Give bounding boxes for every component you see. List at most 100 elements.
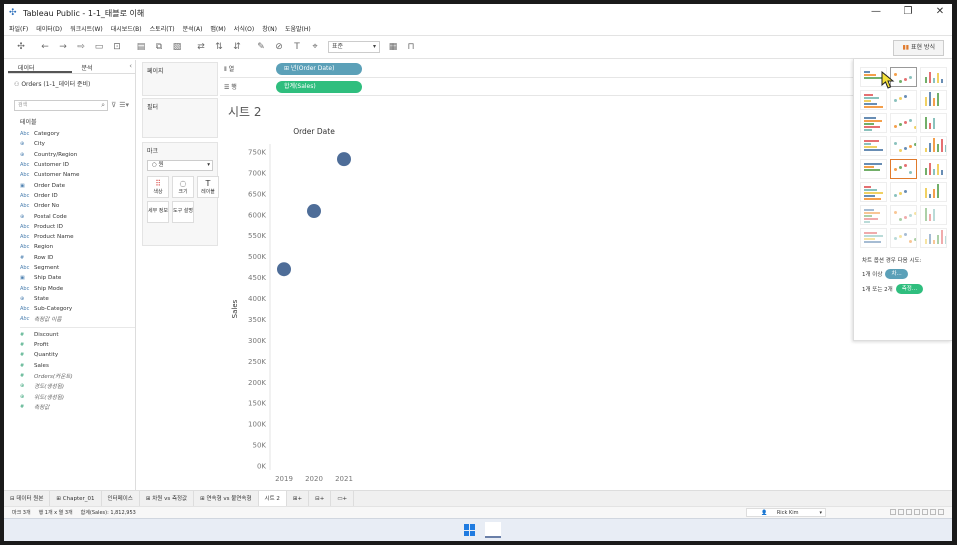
filters-card[interactable]: 필터: [142, 98, 218, 138]
new-datasource-icon[interactable]: ⊡: [108, 39, 126, 55]
pin-icon[interactable]: ⌖: [306, 39, 324, 55]
chart-type-option[interactable]: [860, 205, 887, 225]
tab-continuous-vs-discrete[interactable]: ⊞ 연속형 vs 불연속형: [194, 490, 259, 507]
field-item[interactable]: ⊕ Country/Region: [8, 150, 135, 160]
group-icon[interactable]: ⊘: [270, 39, 288, 55]
chart-type-option[interactable]: [920, 113, 947, 133]
chart-type-option[interactable]: [890, 136, 917, 156]
field-item[interactable]: Abc Category: [8, 129, 135, 139]
field-item[interactable]: ⊕ 경도(생성됨): [8, 381, 135, 391]
close-button[interactable]: ✕: [934, 6, 946, 17]
swap-icon[interactable]: ⇄: [192, 39, 210, 55]
field-item[interactable]: ▣ Order Date: [8, 180, 135, 190]
field-item[interactable]: ⊕ State: [8, 294, 135, 304]
chart-type-option[interactable]: [890, 113, 917, 133]
clear-sheet-icon[interactable]: ▧: [168, 39, 186, 55]
field-item[interactable]: # Sales: [8, 361, 135, 371]
redo-icon[interactable]: →: [54, 39, 72, 55]
new-sheet-icon[interactable]: ▤: [132, 39, 150, 55]
tooltip-mark-button[interactable]: 도구 설명: [172, 201, 194, 223]
menu-format[interactable]: 서식(O): [234, 24, 254, 33]
size-mark-button[interactable]: ◌ 크기: [172, 176, 194, 198]
sheet-navigation[interactable]: [890, 509, 944, 515]
tab-interface[interactable]: 인터페이스: [102, 490, 140, 507]
tab-analysis[interactable]: 분석: [72, 60, 136, 73]
chart-type-option[interactable]: [890, 228, 917, 248]
menu-worksheet[interactable]: 워크시트(W): [70, 24, 103, 33]
field-item[interactable]: ⊕ City: [8, 139, 135, 149]
field-item[interactable]: Abc Sub-Category: [8, 304, 135, 314]
chart-type-option[interactable]: [920, 228, 947, 248]
field-item[interactable]: Abc 측정값 이름: [8, 314, 135, 324]
field-item[interactable]: Abc Segment: [8, 263, 135, 273]
datasource-item[interactable]: ⚇ Orders (1-1_데이터 준비): [8, 74, 135, 93]
field-item[interactable]: ⊕ Postal Code: [8, 211, 135, 221]
chart-type-option[interactable]: [860, 228, 887, 248]
tableau-taskbar-icon[interactable]: [485, 522, 501, 538]
view-options-icon[interactable]: ☰▾: [119, 101, 129, 109]
field-item[interactable]: # Profit: [8, 340, 135, 350]
columns-shelf[interactable]: ⦀ 열 ⊞ 년(Order Date): [220, 60, 854, 78]
field-item[interactable]: Abc Product Name: [8, 232, 135, 242]
chart-type-option[interactable]: [920, 67, 947, 87]
undo-icon[interactable]: ←: [36, 39, 54, 55]
chart-type-option[interactable]: [860, 136, 887, 156]
search-input[interactable]: 검색: [14, 99, 109, 111]
menu-analysis[interactable]: 분석(A): [183, 24, 203, 33]
chart-type-option[interactable]: [860, 159, 887, 179]
field-item[interactable]: Abc Order No: [8, 201, 135, 211]
tableau-home-icon[interactable]: ✣: [12, 39, 30, 55]
user-menu[interactable]: 👤 Rick Kim ▾: [746, 508, 826, 517]
save-icon[interactable]: ▭: [90, 39, 108, 55]
rows-pill[interactable]: 합계(Sales): [276, 80, 362, 93]
field-item[interactable]: # 측정값: [8, 402, 135, 412]
chart-type-option[interactable]: [890, 90, 917, 110]
duplicate-sheet-icon[interactable]: ⧉: [150, 39, 168, 55]
presentation-icon[interactable]: ⊓: [402, 39, 420, 55]
sort-desc-icon[interactable]: ⇵: [228, 39, 246, 55]
field-item[interactable]: Abc Product ID: [8, 222, 135, 232]
field-item[interactable]: ▣ Ship Date: [8, 273, 135, 283]
chart-type-option[interactable]: [860, 90, 887, 110]
fit-select[interactable]: 표준: [328, 41, 380, 53]
menu-file[interactable]: 파일(F): [9, 24, 28, 33]
show-me-button[interactable]: ▮▮ 표현 방식: [893, 40, 944, 56]
chart-type-option[interactable]: [860, 113, 887, 133]
detail-mark-button[interactable]: 세부 정보: [147, 201, 169, 223]
chart-type-option[interactable]: [920, 159, 947, 179]
field-item[interactable]: # Orders(카운트): [8, 371, 135, 381]
collapse-pane-icon[interactable]: ‹: [129, 62, 132, 70]
field-item[interactable]: # Discount: [8, 330, 135, 340]
maximize-button[interactable]: ❐: [902, 6, 914, 17]
highlight-icon[interactable]: ✎: [252, 39, 270, 55]
filter-icon[interactable]: ⊽: [111, 101, 116, 109]
field-item[interactable]: Abc Region: [8, 242, 135, 252]
minimize-button[interactable]: —: [870, 6, 882, 17]
rows-shelf[interactable]: ☰ 행 합계(Sales): [220, 78, 854, 96]
menu-dashboard[interactable]: 대시보드(B): [111, 24, 142, 33]
chart-type-option[interactable]: [920, 136, 947, 156]
color-mark-button[interactable]: ⠿ 색상: [147, 176, 169, 198]
field-item[interactable]: ⊕ 위도(생성됨): [8, 391, 135, 401]
field-item[interactable]: Abc Customer Name: [8, 170, 135, 180]
label-mark-button[interactable]: T 레이블: [197, 176, 219, 198]
pages-card[interactable]: 페이지: [142, 62, 218, 96]
menu-map[interactable]: 맵(M): [210, 24, 225, 33]
chart-type-option[interactable]: [890, 159, 917, 179]
columns-pill[interactable]: ⊞ 년(Order Date): [276, 62, 362, 75]
chart-type-option[interactable]: [920, 90, 947, 110]
field-item[interactable]: Abc Order ID: [8, 191, 135, 201]
replay-icon[interactable]: ⇨: [72, 39, 90, 55]
new-dashboard-icon[interactable]: ⊟+: [309, 490, 332, 507]
chart-type-option[interactable]: [920, 182, 947, 202]
tab-datasource[interactable]: ⊟ 데이터 원본: [4, 490, 51, 507]
sort-asc-icon[interactable]: ⇅: [210, 39, 228, 55]
show-labels-icon[interactable]: ▦: [384, 39, 402, 55]
chart-type-option[interactable]: [860, 182, 887, 202]
menu-data[interactable]: 데이터(D): [36, 24, 62, 33]
chart-type-option[interactable]: [890, 205, 917, 225]
field-item[interactable]: Abc Customer ID: [8, 160, 135, 170]
windows-start-icon[interactable]: [464, 524, 476, 536]
tab-dim-vs-measure[interactable]: ⊞ 차원 vs 측정값: [140, 490, 195, 507]
field-item[interactable]: Abc Ship Mode: [8, 283, 135, 293]
